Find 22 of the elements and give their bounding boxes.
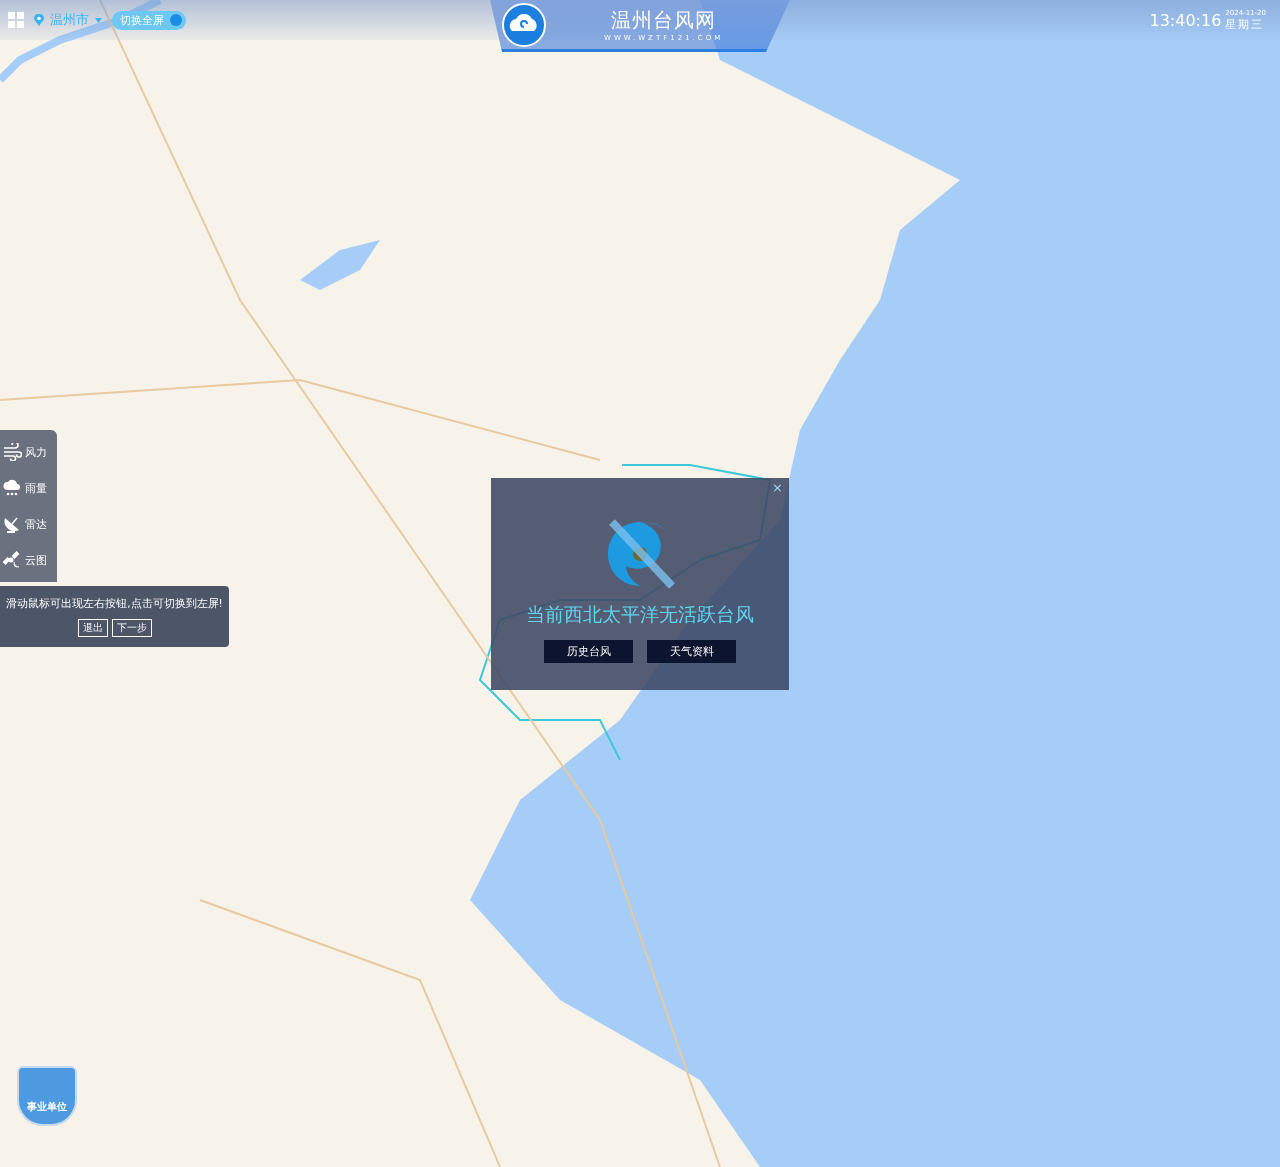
location-pin-icon (34, 14, 44, 26)
guide-button[interactable]: 退出 (77, 618, 108, 637)
layer-menu-item[interactable]: 风力 (0, 443, 57, 461)
layer-menu-item[interactable]: 雷达 (0, 515, 57, 533)
badge-label: 事业单位 (27, 1100, 67, 1114)
cloud-rain-icon (2, 479, 22, 497)
weekday-text: 星期三 (1225, 16, 1265, 32)
site-title: 温州台风网 (611, 7, 717, 34)
satellite-icon (2, 551, 22, 569)
grid-icon[interactable] (8, 12, 24, 28)
no-typhoon-message: 当前西北太平洋无活跃台风 (526, 602, 754, 627)
caret-icon (95, 17, 102, 23)
layer-menu-item[interactable]: 雨量 (0, 479, 57, 497)
layer-menu-item[interactable]: 云图 (0, 551, 57, 569)
dialog-button[interactable]: 天气资料 (647, 640, 736, 663)
close-button[interactable]: × (772, 480, 783, 495)
guide-text: 滑动鼠标可出现左右按钮,点击可切换到左屏! (6, 596, 223, 611)
wind-icon (2, 443, 22, 461)
clock-time: 13:40:16 (1149, 10, 1222, 30)
cloud-swirl-logo-icon (502, 2, 546, 47)
guide-button[interactable]: 下一步 (111, 618, 152, 637)
dialog-button[interactable]: 历史台风 (544, 640, 633, 663)
